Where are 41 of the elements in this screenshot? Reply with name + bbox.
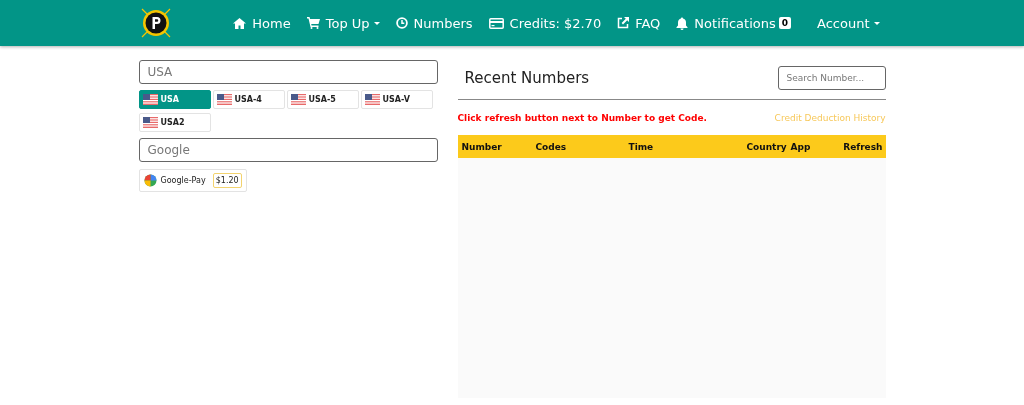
nav-link[interactable]: Home: [225, 15, 299, 31]
service-name: Google-Pay: [160, 176, 206, 185]
external-link-icon: [617, 17, 630, 29]
caret-icon: [373, 21, 380, 25]
column-header: Time: [627, 141, 655, 152]
service-button[interactable]: Google-Pay $1.20: [138, 169, 247, 192]
caret-icon: [873, 21, 880, 25]
count-badge: 0: [778, 17, 791, 29]
country-button[interactable]: USA2: [138, 113, 211, 132]
flag-icon: [142, 94, 158, 105]
nav-link[interactable]: Numbers: [387, 15, 481, 31]
column-header: App: [789, 141, 812, 152]
column-header: Number: [460, 141, 503, 152]
nav-dropdown[interactable]: Account: [809, 15, 886, 31]
service-search-field[interactable]: Google: [138, 138, 438, 162]
flag-icon: [290, 94, 306, 105]
search-field[interactable]: Search Number...: [777, 66, 886, 90]
column-header: Refresh: [842, 141, 884, 152]
flag-icon: [216, 94, 232, 105]
country-button[interactable]: USA-V: [360, 90, 433, 109]
column-header: Codes: [534, 141, 568, 152]
flag-icon: [142, 117, 158, 128]
nav-link[interactable]: FAQ: [609, 15, 669, 31]
cart-icon: [306, 17, 320, 29]
country-button[interactable]: USA-4: [212, 90, 285, 109]
nav-link[interactable]: Credits: $2.70: [480, 15, 610, 31]
notice-text: Click refresh button next to Number to get Code.: [457, 113, 707, 123]
nav-dropdown[interactable]: Top Up: [298, 15, 388, 31]
google-pay-icon: [143, 174, 157, 187]
nav-link[interactable]: Notifications 0: [668, 15, 799, 31]
country-search-field[interactable]: USA: [138, 60, 438, 84]
bell-icon: [676, 16, 689, 30]
flag-icon: [364, 94, 380, 105]
column-header: Country: [745, 141, 787, 152]
home-icon: [233, 17, 247, 29]
price-badge: $1.20: [212, 173, 242, 188]
section-title: Recent Numbers: [464, 69, 590, 87]
credit-card-icon: [488, 17, 504, 29]
country-button[interactable]: USA: [138, 90, 211, 109]
country-button[interactable]: USA-5: [286, 90, 359, 109]
clock-icon: [395, 17, 408, 29]
